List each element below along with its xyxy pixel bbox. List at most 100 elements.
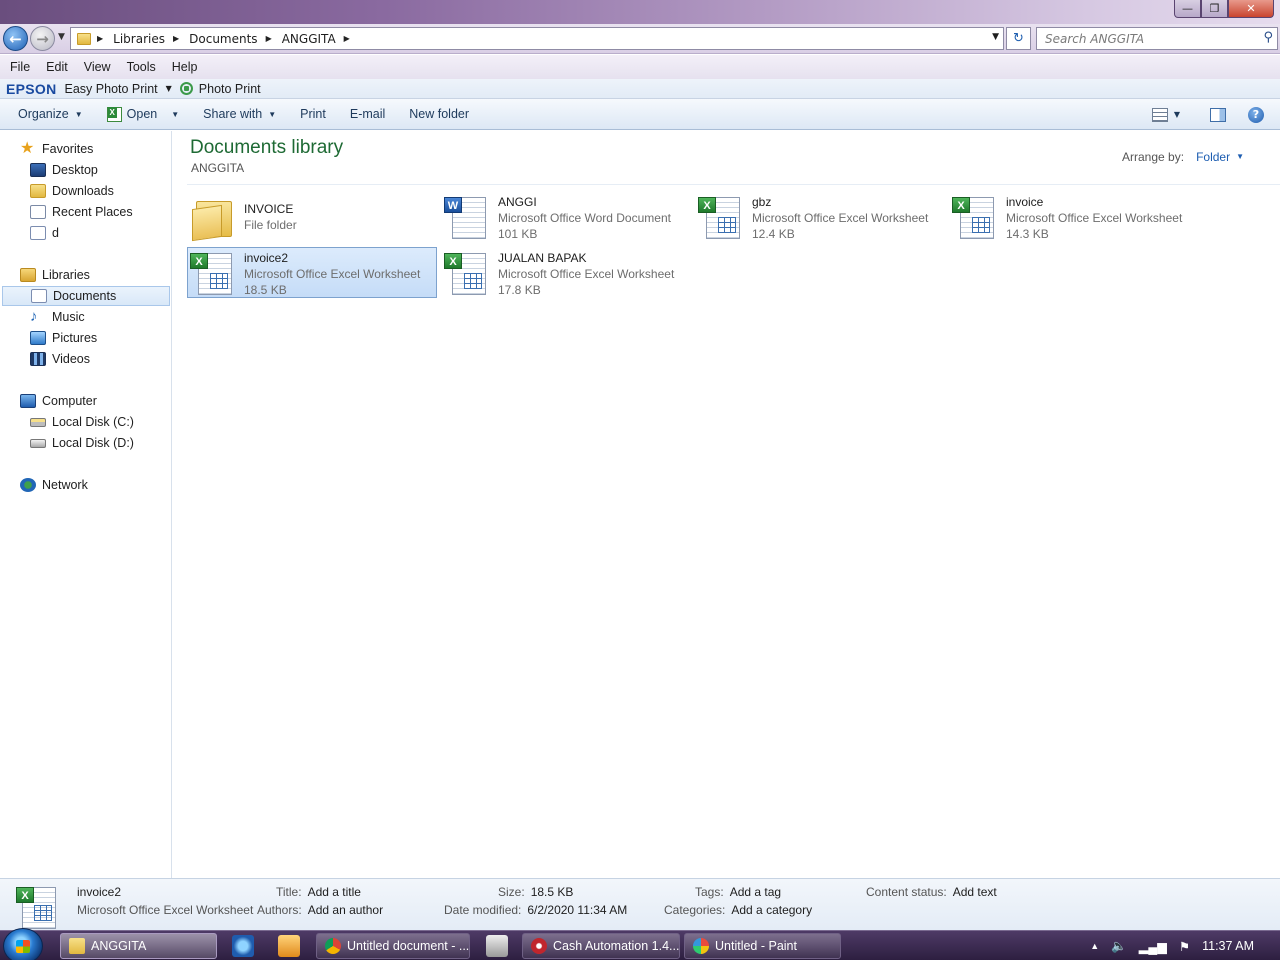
star-icon: ★	[20, 140, 35, 157]
libraries-icon	[20, 268, 36, 282]
details-file-name: invoice2	[77, 885, 122, 899]
menu-edit[interactable]: Edit	[38, 60, 76, 74]
print-button[interactable]: Print	[291, 107, 335, 121]
breadcrumb-root-arrow[interactable]: ▶	[97, 34, 103, 43]
file-tile-jualan-bapak[interactable]: X JUALAN BAPAK Microsoft Office Excel Wo…	[442, 248, 692, 299]
back-button[interactable]: ←	[3, 26, 28, 51]
nav-local-disk-d[interactable]: Local Disk (D:)	[30, 433, 134, 453]
nav-favorites[interactable]: ★ Favorites	[20, 139, 93, 159]
email-button[interactable]: E-mail	[341, 107, 394, 121]
details-title: Title: Add a title	[276, 885, 361, 899]
nav-libraries[interactable]: Libraries	[20, 265, 90, 285]
search-input[interactable]: Search ANGGITA ⚲	[1036, 27, 1278, 50]
help-icon[interactable]: ?	[1248, 106, 1264, 123]
start-button[interactable]	[3, 928, 43, 960]
arrange-by-dropdown[interactable]: Folder	[1196, 150, 1230, 164]
nav-pictures[interactable]: Pictures	[30, 328, 97, 348]
volume-icon[interactable]: 🔈	[1111, 939, 1127, 954]
arrange-by-caret-icon[interactable]: ▼	[1236, 150, 1244, 164]
nav-local-disk-c[interactable]: Local Disk (C:)	[30, 412, 134, 432]
videos-icon	[30, 352, 46, 366]
nav-recent-places[interactable]: Recent Places	[30, 202, 133, 222]
forward-button[interactable]: →	[30, 26, 55, 51]
maximize-button[interactable]: ❐	[1201, 0, 1228, 18]
folder-icon	[77, 32, 91, 45]
excel-worksheet-icon: X	[442, 249, 490, 297]
arrange-by: Arrange by: Folder ▼	[1122, 150, 1244, 164]
preview-pane-icon[interactable]	[1210, 107, 1226, 122]
file-tile-invoice2[interactable]: X invoice2 Microsoft Office Excel Worksh…	[187, 247, 437, 298]
downloads-folder-icon	[30, 184, 46, 198]
nav-music[interactable]: ♪ Music	[30, 307, 85, 327]
pictures-icon	[30, 331, 46, 345]
new-folder-button[interactable]: New folder	[400, 107, 478, 121]
breadcrumb-libraries[interactable]: Libraries ▶	[113, 32, 179, 46]
file-tile-invoice-folder[interactable]: INVOICE File folder	[188, 192, 438, 243]
nav-videos[interactable]: Videos	[30, 349, 90, 369]
excel-worksheet-icon: X	[188, 249, 236, 297]
open-button[interactable]: Open▼	[98, 106, 189, 122]
local-disk-c-icon	[30, 417, 46, 427]
refresh-button[interactable]: ↻	[1006, 27, 1031, 50]
breadcrumb-documents[interactable]: Documents ▶	[189, 32, 272, 46]
media-player-icon[interactable]	[278, 935, 300, 957]
recent-pages-dropdown[interactable]: ▼	[58, 32, 65, 42]
nav-desktop[interactable]: Desktop	[30, 160, 98, 180]
nav-downloads[interactable]: Downloads	[30, 181, 114, 201]
breadcrumb-anggita[interactable]: ANGGITA ▶	[282, 32, 350, 46]
network-icon	[20, 478, 36, 492]
epson-logo: EPSON	[6, 80, 57, 97]
organize-button[interactable]: Organize ▼	[9, 107, 92, 121]
change-view-icon[interactable]	[1151, 107, 1168, 122]
details-title-value[interactable]: Add a title	[308, 885, 361, 899]
file-tile-gbz[interactable]: X gbz Microsoft Office Excel Worksheet 1…	[696, 192, 946, 243]
file-type: File folder	[244, 218, 297, 232]
internet-explorer-icon[interactable]	[232, 935, 254, 957]
menu-tools[interactable]: Tools	[119, 60, 164, 74]
share-with-button[interactable]: Share with ▼	[194, 107, 285, 121]
remote-desktop-icon[interactable]	[486, 935, 508, 957]
network-signal-icon[interactable]: ▂▄▆	[1139, 939, 1167, 954]
taskbar-explorer-anggita[interactable]: ANGGITA	[60, 933, 217, 959]
file-name: INVOICE	[244, 202, 294, 216]
view-dropdown-icon[interactable]: ▼	[1174, 110, 1180, 119]
library-subtitle: ANGGITA	[191, 161, 245, 175]
navigation-pane: ★ Favorites Desktop Downloads Recent Plac…	[0, 131, 172, 878]
clock[interactable]: 11:37 AM	[1202, 939, 1254, 953]
file-name: ANGGI	[498, 195, 537, 209]
nav-documents[interactable]: Documents	[2, 286, 170, 306]
nav-computer[interactable]: Computer	[20, 391, 97, 411]
taskbar-chrome-untitled-document[interactable]: Untitled document - ...	[316, 933, 470, 959]
search-icon[interactable]: ⚲	[1263, 30, 1273, 45]
taskbar-paint[interactable]: Untitled - Paint	[684, 933, 841, 959]
close-button[interactable]: ✕	[1228, 0, 1274, 18]
details-file-type: Microsoft Office Excel Worksheet	[77, 903, 254, 917]
show-hidden-icons-icon[interactable]: ▲	[1090, 941, 1099, 951]
details-pane: X invoice2 Microsoft Office Excel Worksh…	[0, 878, 1280, 930]
epson-toolbar: EPSON Easy Photo Print ▼ Photo Print	[0, 79, 1280, 99]
details-content-status-value[interactable]: Add text	[953, 885, 997, 899]
address-bar[interactable]: ▶ Libraries ▶ Documents ▶ ANGGITA ▶ ▼	[70, 27, 1004, 50]
taskbar-cash-automation[interactable]: Cash Automation 1.4...	[522, 933, 680, 959]
address-dropdown-icon[interactable]: ▼	[992, 32, 999, 42]
menu-file[interactable]: File	[2, 60, 38, 74]
file-name: gbz	[752, 195, 772, 209]
easy-photo-print-dropdown[interactable]: ▼	[166, 84, 172, 93]
photo-print-button[interactable]: Photo Print	[199, 82, 261, 96]
menu-help[interactable]: Help	[164, 60, 206, 74]
details-authors-value[interactable]: Add an author	[308, 903, 383, 917]
action-center-flag-icon[interactable]: ⚑	[1179, 939, 1190, 954]
shortcut-icon	[30, 226, 46, 240]
nav-network[interactable]: Network	[20, 475, 88, 495]
nav-d[interactable]: d	[30, 223, 59, 243]
file-tile-anggi[interactable]: W ANGGI Microsoft Office Word Document 1…	[442, 192, 692, 243]
details-categories-value[interactable]: Add a category	[731, 903, 812, 917]
easy-photo-print-button[interactable]: Easy Photo Print	[65, 82, 158, 96]
arrange-by-label: Arrange by:	[1122, 150, 1185, 164]
minimize-button[interactable]: —	[1174, 0, 1201, 18]
file-tile-invoice[interactable]: X invoice Microsoft Office Excel Workshe…	[950, 192, 1200, 243]
menu-view[interactable]: View	[76, 60, 119, 74]
details-date-modified: Date modified: 6/2/2020 11:34 AM	[444, 903, 628, 917]
cash-automation-icon	[531, 938, 547, 954]
details-tags-value[interactable]: Add a tag	[730, 885, 781, 899]
